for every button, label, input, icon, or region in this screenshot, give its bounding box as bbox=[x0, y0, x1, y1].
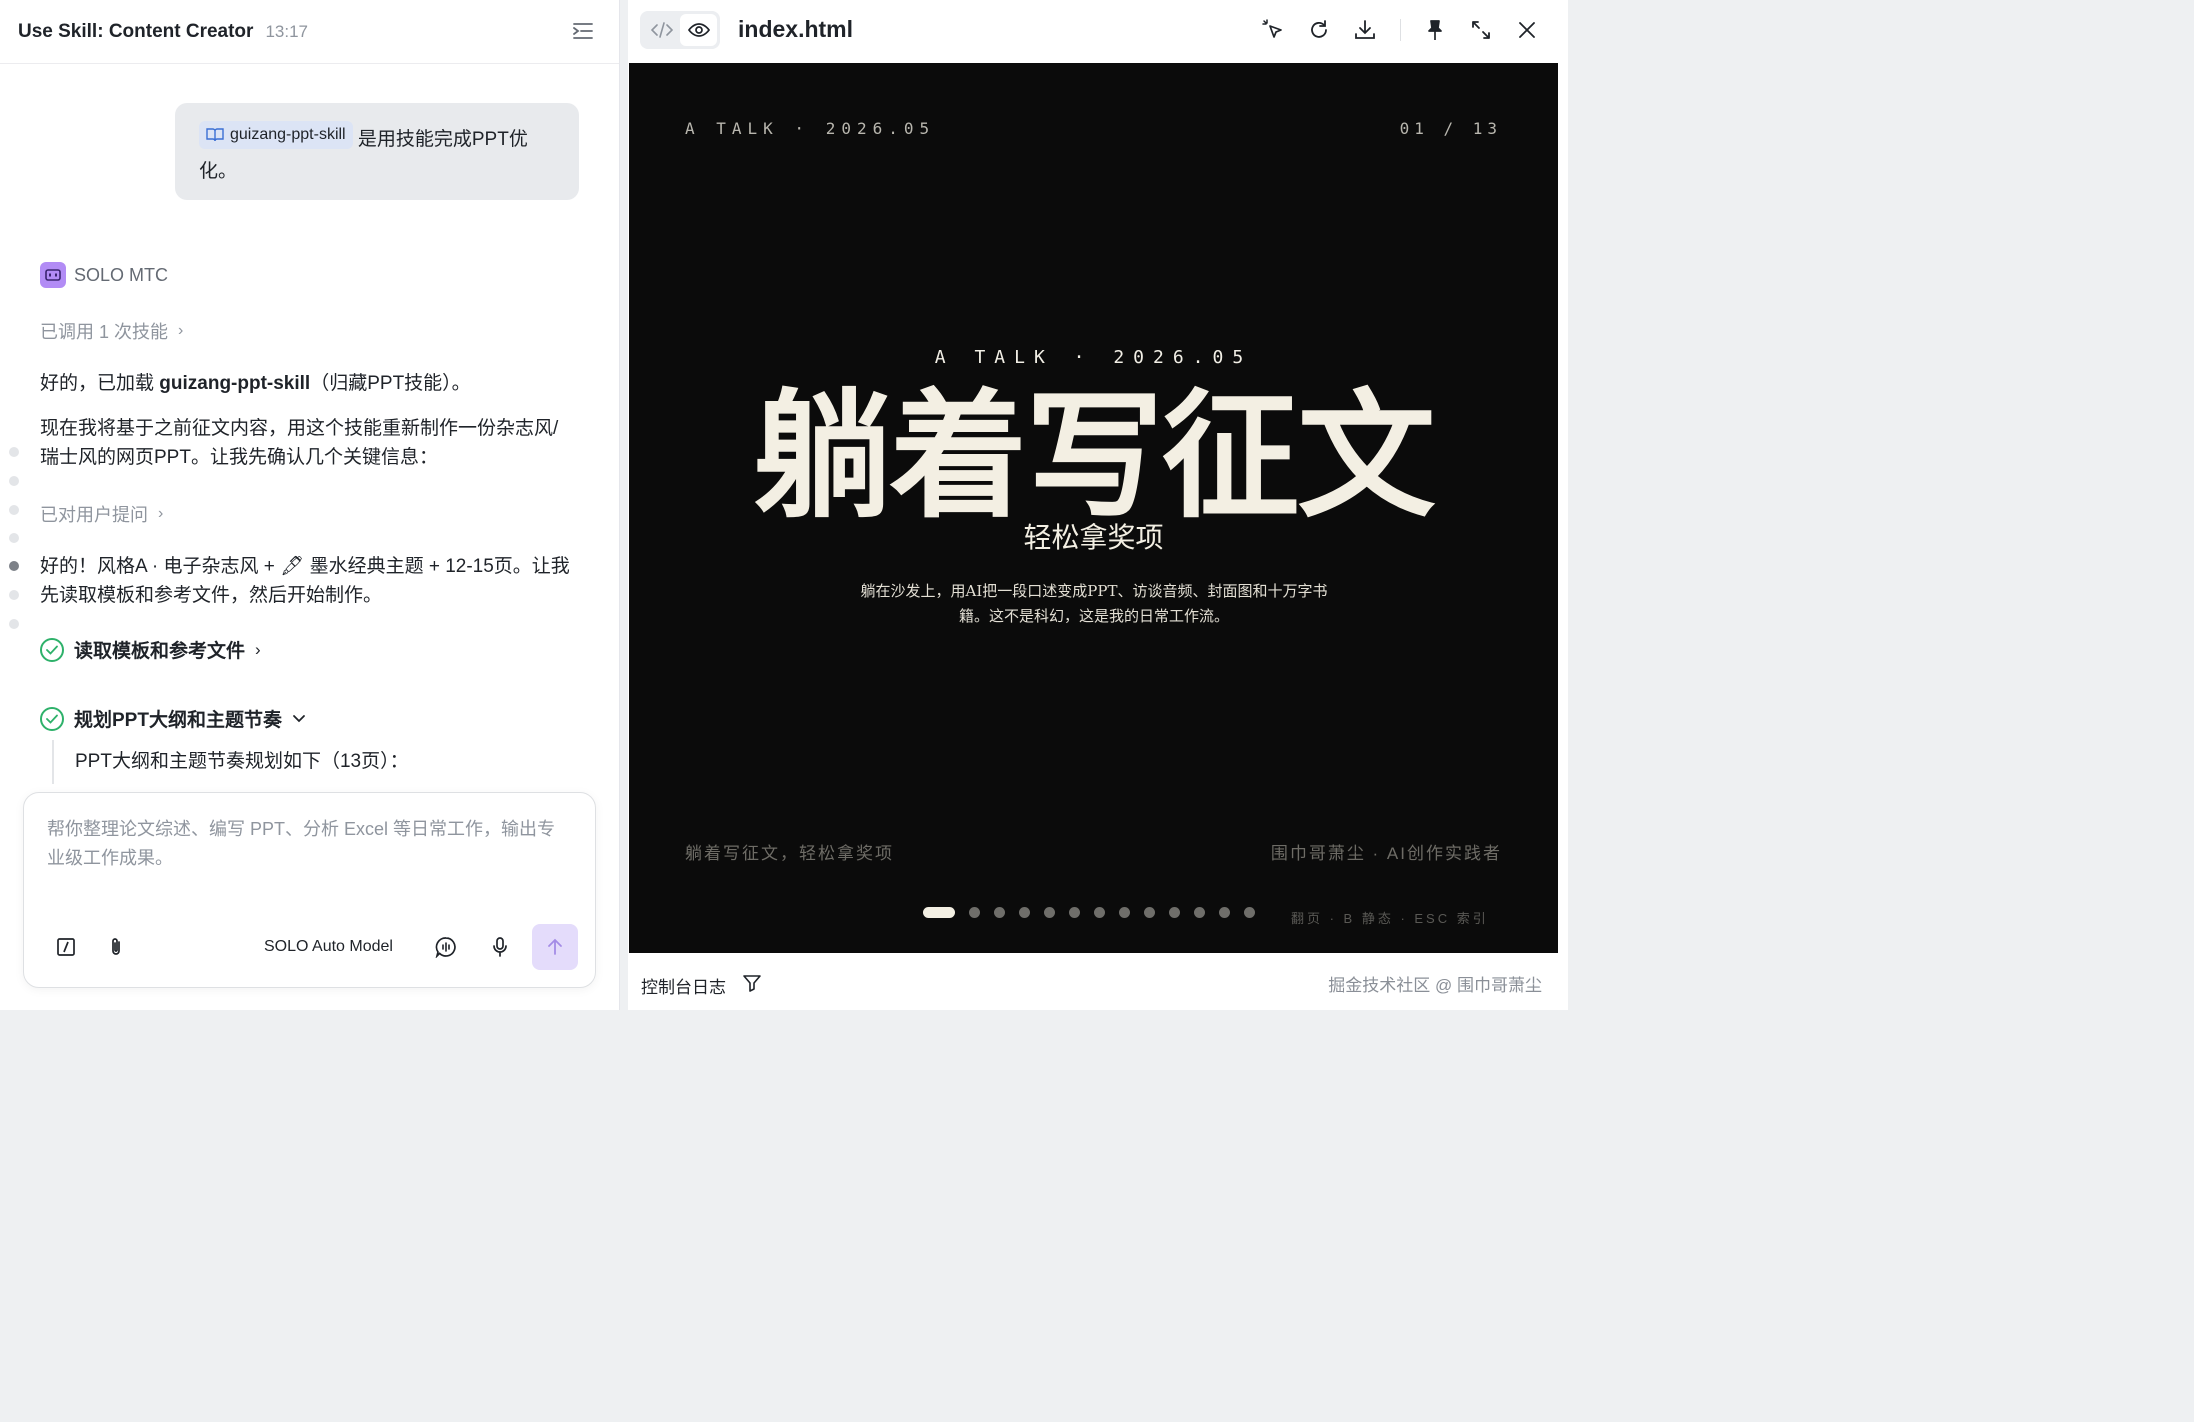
file-title: index.html bbox=[738, 16, 854, 42]
skill-chip-label: guizang-ppt-skill bbox=[230, 126, 346, 143]
expand-icon[interactable] bbox=[1468, 17, 1494, 43]
pager-dot[interactable] bbox=[1044, 907, 1055, 918]
check-circle-icon bbox=[40, 706, 64, 731]
timeline-dot-active[interactable] bbox=[9, 561, 19, 571]
bot-message-1: 好的，已加载 guizang-ppt-skill（归藏PPT技能）。 bbox=[40, 369, 580, 398]
watermark: 掘金技术社区 @ 围巾哥萧尘 bbox=[1328, 976, 1542, 995]
book-icon bbox=[206, 128, 224, 142]
bot-avatar bbox=[40, 262, 66, 288]
timeline-dot bbox=[9, 619, 19, 629]
pager-dot[interactable] bbox=[1194, 907, 1205, 918]
bot-message-2: 现在我将基于之前征文内容，用这个技能重新制作一份杂志风/瑞士风的网页PPT。让我… bbox=[40, 418, 559, 468]
header-divider bbox=[1400, 19, 1401, 41]
chevron-right-icon: › bbox=[178, 322, 184, 339]
chat-header: Use Skill: Content Creator 13:17 bbox=[0, 0, 619, 64]
slide-description: 躺在沙发上，用AI把一段口述变成PPT、访谈音频、封面图和十万字书籍。这不是科幻… bbox=[860, 582, 1328, 625]
preview-view-button[interactable] bbox=[680, 14, 717, 46]
pager-dot[interactable] bbox=[1069, 907, 1080, 918]
asked-user-label: 已对用户提问 bbox=[40, 505, 148, 525]
chat-time: 13:17 bbox=[265, 21, 308, 41]
bot-message-1-suffix: （归藏PPT技能）。 bbox=[310, 373, 471, 394]
bot-message-1-prefix: 好的，已加载 bbox=[40, 373, 160, 394]
asked-user-link[interactable]: 已对用户提问 › bbox=[40, 501, 163, 527]
chevron-right-icon: › bbox=[255, 639, 261, 659]
slide-footer-left: 躺着写征文，轻松拿奖项 bbox=[685, 844, 894, 863]
console-bar: 控制台日志 掘金技术社区 @ 围巾哥萧尘 bbox=[628, 955, 1568, 1010]
task-detail-bar bbox=[52, 740, 54, 784]
message-composer: SOLO Auto Model bbox=[23, 792, 596, 988]
task-read-templates-label: 读取模板和参考文件 bbox=[74, 641, 246, 662]
chevron-right-icon: › bbox=[158, 505, 164, 522]
pager-dot[interactable] bbox=[1144, 907, 1155, 918]
slide-preview[interactable]: A TALK · 2026.05 01 / 13 A TALK · 2026.0… bbox=[629, 63, 1558, 953]
skill-chip[interactable]: guizang-ppt-skill bbox=[199, 121, 353, 149]
chat-title: Use Skill: Content Creator bbox=[18, 20, 254, 42]
slash-command-icon[interactable] bbox=[52, 933, 80, 961]
slide-pager bbox=[923, 907, 1255, 918]
outline-toggle-icon[interactable] bbox=[573, 22, 593, 40]
model-selector[interactable]: SOLO Auto Model bbox=[264, 938, 393, 956]
bot-name: SOLO MTC bbox=[74, 264, 169, 285]
skill-calls-link[interactable]: 已调用 1 次技能 › bbox=[40, 318, 183, 344]
slide-title: 躺着写征文 bbox=[753, 374, 1435, 537]
attachment-icon[interactable] bbox=[102, 933, 130, 961]
bot-identity: SOLO MTC bbox=[40, 262, 168, 288]
pin-icon[interactable] bbox=[1422, 17, 1448, 43]
send-button[interactable] bbox=[532, 924, 578, 970]
pager-dot[interactable] bbox=[994, 907, 1005, 918]
keyboard-hint: 翻页 · B 静态 · ESC 索引 bbox=[1291, 911, 1489, 926]
timeline-dot bbox=[9, 590, 19, 600]
preview-header: index.html bbox=[628, 0, 1568, 62]
pager-dot[interactable] bbox=[1244, 907, 1255, 918]
pager-dot[interactable] bbox=[1119, 907, 1130, 918]
check-circle-icon bbox=[40, 637, 64, 662]
task-read-templates[interactable]: 读取模板和参考文件 › bbox=[40, 636, 261, 663]
pager-dot[interactable] bbox=[1169, 907, 1180, 918]
microphone-icon[interactable] bbox=[486, 933, 514, 961]
slide-footer-right: 围巾哥萧尘 · AI创作实践者 bbox=[1270, 844, 1502, 863]
task-plan-outline-label: 规划PPT大纲和主题节奏 bbox=[74, 710, 282, 731]
bot-icon bbox=[45, 269, 61, 281]
pager-dot-active[interactable] bbox=[923, 907, 955, 918]
timeline-dot bbox=[9, 447, 19, 457]
task-plan-outline[interactable]: 规划PPT大纲和主题节奏 bbox=[40, 705, 306, 732]
skill-calls-label: 已调用 1 次技能 bbox=[40, 322, 169, 342]
pager-dot[interactable] bbox=[1094, 907, 1105, 918]
timeline-dot bbox=[9, 533, 19, 543]
slide-top-label: A TALK · 2026.05 bbox=[685, 119, 936, 138]
eye-icon bbox=[687, 23, 710, 37]
slide-kicker: A TALK · 2026.05 bbox=[934, 347, 1253, 368]
console-log-tab[interactable]: 控制台日志 bbox=[641, 973, 726, 998]
code-icon bbox=[650, 22, 673, 38]
chevron-down-icon bbox=[293, 714, 305, 722]
timeline-dot bbox=[9, 476, 19, 486]
slide-subtitle: 轻松拿奖项 bbox=[1023, 521, 1164, 554]
voice-chat-icon[interactable] bbox=[432, 933, 460, 961]
view-mode-toggle bbox=[640, 11, 720, 49]
bot-message-1-skill: guizang-ppt-skill bbox=[159, 373, 311, 394]
close-icon[interactable] bbox=[1514, 17, 1540, 43]
message-input[interactable] bbox=[47, 815, 572, 895]
slide-page-indicator: 01 / 13 bbox=[1399, 119, 1502, 138]
pager-dot[interactable] bbox=[1219, 907, 1230, 918]
pager-dot[interactable] bbox=[1019, 907, 1030, 918]
preview-panel: index.html A TALK · 2026.05 01 / 13 A TA… bbox=[628, 0, 1568, 1010]
user-message: guizang-ppt-skill 是用技能完成PPT优化。 bbox=[175, 103, 579, 200]
timeline-dot bbox=[9, 505, 19, 515]
task-plan-detail: PPT大纲和主题节奏规划如下（13页）： bbox=[75, 751, 409, 772]
arrow-up-icon bbox=[548, 938, 562, 955]
download-icon[interactable] bbox=[1352, 17, 1378, 43]
chat-panel: Use Skill: Content Creator 13:17 guizang… bbox=[0, 0, 620, 1010]
bot-message-3: 好的！风格A · 电子杂志风 + 🖋 墨水经典主题 + 12-15页。让我先读取… bbox=[40, 556, 570, 606]
code-view-button[interactable] bbox=[643, 14, 680, 46]
refresh-icon[interactable] bbox=[1306, 17, 1332, 43]
filter-icon[interactable] bbox=[742, 973, 762, 993]
pager-dot[interactable] bbox=[969, 907, 980, 918]
element-picker-icon[interactable] bbox=[1260, 17, 1286, 43]
